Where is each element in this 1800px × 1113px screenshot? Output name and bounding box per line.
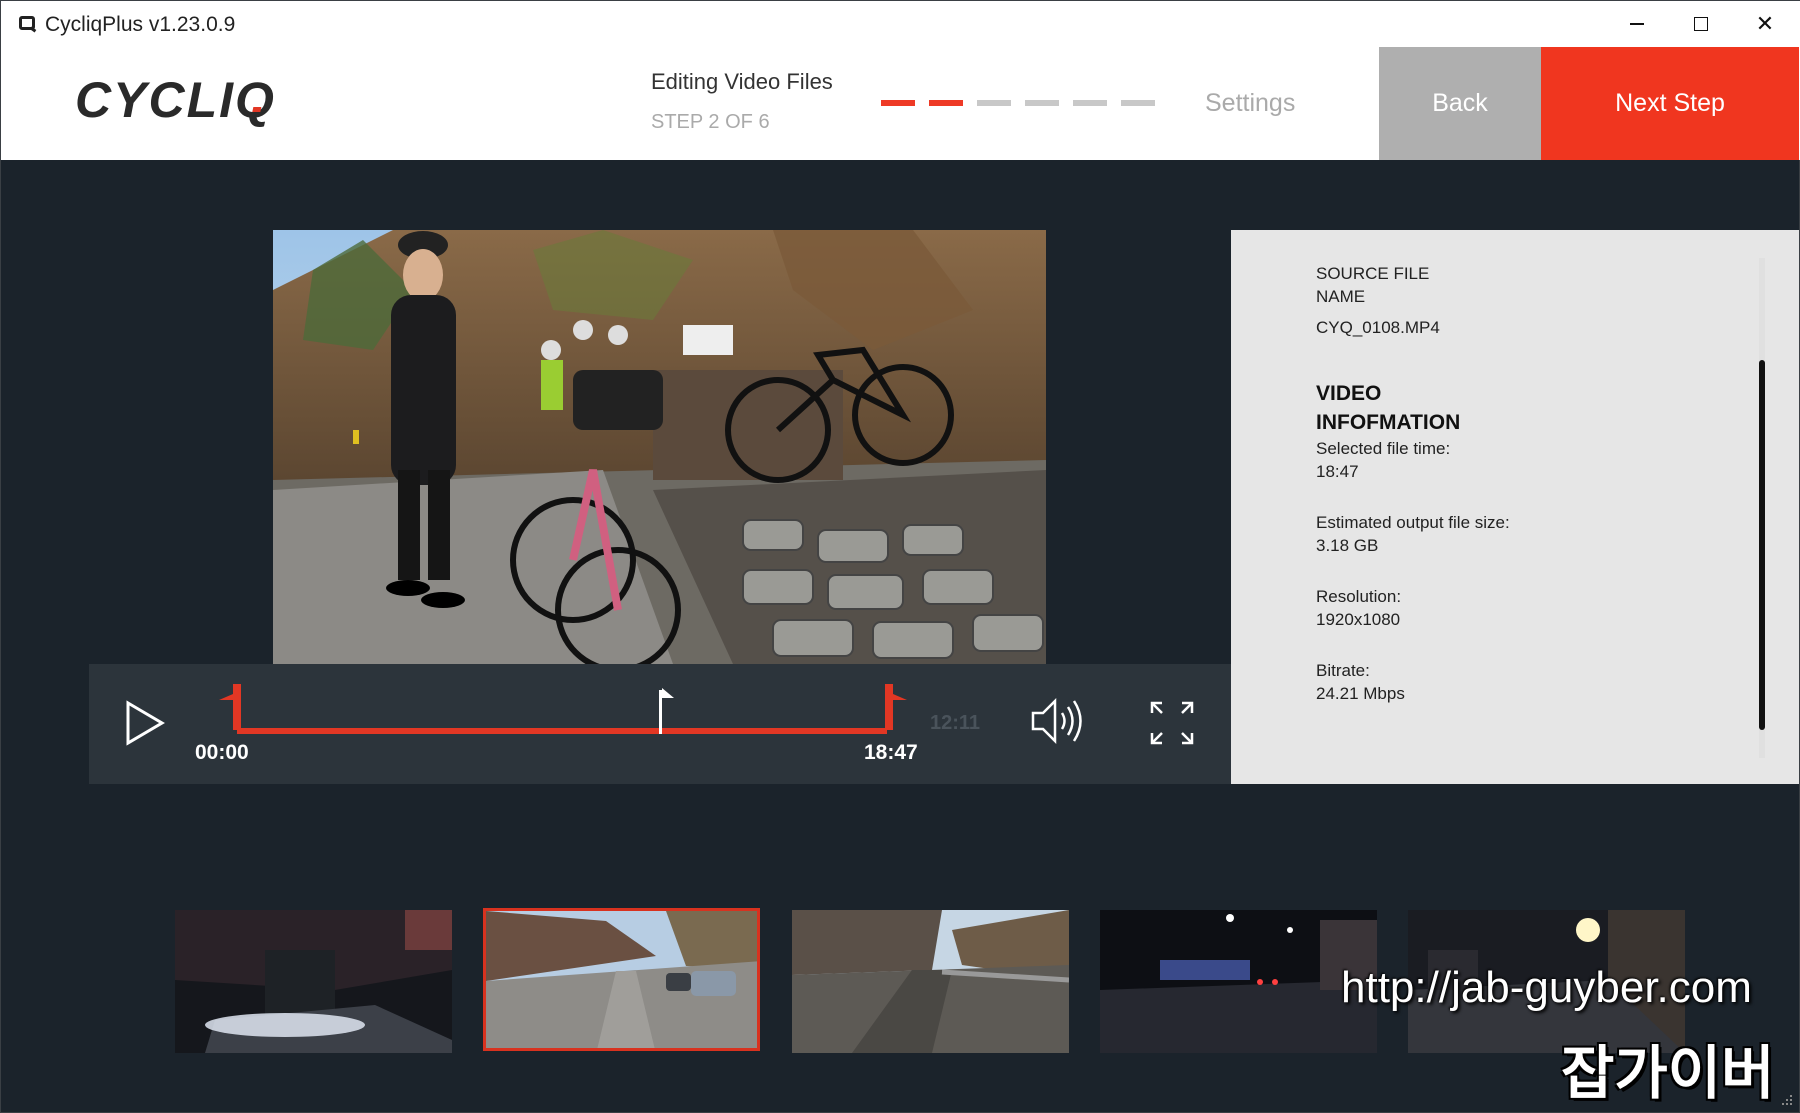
minimize-icon	[1630, 23, 1644, 25]
maximize-button[interactable]	[1669, 1, 1733, 47]
resolution-value: 1920x1080	[1316, 610, 1401, 629]
video-info-panel: SOURCE FILE NAME CYQ_0108.MP4 VIDEO INFOF…	[1231, 230, 1799, 784]
next-step-button[interactable]: Next Step	[1541, 47, 1799, 160]
cycliq-logo: CYCLIQ	[75, 72, 276, 127]
source-file-label: SOURCE FILE NAME	[1316, 264, 1430, 306]
progress-segment	[1121, 100, 1155, 106]
info-content: SOURCE FILE NAME CYQ_0108.MP4 VIDEO INFOF…	[1316, 262, 1716, 705]
selected-time-value: 18:47	[1316, 462, 1359, 481]
playhead[interactable]	[659, 690, 662, 734]
source-file-value: CYQ_0108.MP4	[1316, 318, 1440, 337]
progress-segment	[1025, 100, 1059, 106]
step-subtitle: STEP 2 OF 6	[651, 111, 770, 133]
output-size-value: 3.18 GB	[1316, 536, 1379, 555]
output-size-label: Estimated output file size:	[1316, 513, 1510, 532]
player-controls: 00:00 18:47 12:11	[89, 664, 1231, 784]
thumbnail-image	[1100, 910, 1377, 1053]
step-progress	[881, 100, 1155, 106]
clip-thumbnail[interactable]	[792, 910, 1069, 1053]
trim-range-bar[interactable]	[237, 728, 887, 734]
back-button[interactable]: Back	[1379, 47, 1541, 160]
thumbnail-image	[792, 910, 1069, 1053]
play-icon[interactable]	[125, 700, 165, 746]
video-preview[interactable]	[273, 230, 1046, 664]
clip-thumbnail-selected[interactable]	[483, 908, 760, 1051]
scrollbar-thumb[interactable]	[1759, 360, 1765, 730]
current-time: 12:11	[930, 712, 981, 734]
next-step-name: Settings	[1205, 89, 1296, 117]
watermark-url: http://jab-guyber.com	[1341, 963, 1752, 1012]
progress-segment	[1073, 100, 1107, 106]
clip-thumbnail[interactable]	[1100, 910, 1377, 1053]
trim-start-handle[interactable]	[233, 684, 241, 730]
bitrate-label: Bitrate:	[1316, 661, 1370, 680]
selected-time-label: Selected file time:	[1316, 439, 1451, 458]
progress-segment	[881, 100, 915, 106]
trim-end-time: 18:47	[864, 741, 918, 764]
resolution-label: Resolution:	[1316, 587, 1402, 606]
video-info-heading: VIDEO INFOFMATION	[1316, 382, 1461, 434]
minimize-button[interactable]	[1605, 1, 1669, 47]
bitrate-value: 24.21 Mbps	[1316, 684, 1405, 703]
close-button[interactable]: ✕	[1733, 1, 1797, 47]
trim-start-time: 00:00	[195, 741, 249, 764]
progress-segment	[977, 100, 1011, 106]
clip-thumbnail[interactable]	[175, 910, 452, 1053]
video-frame-image	[273, 230, 1046, 664]
watermark-korean: 잡가이버	[1561, 1041, 1775, 1106]
title-bar: CycliqPlus v1.23.0.9 ✕	[1, 1, 1800, 47]
fullscreen-icon[interactable]	[1149, 700, 1195, 746]
resize-grip-icon[interactable]	[1779, 1092, 1793, 1106]
playhead-flag-icon[interactable]	[662, 688, 674, 698]
wizard-header: CYCLIQ Editing Video Files STEP 2 OF 6 S…	[1, 47, 1800, 160]
app-window: CycliqPlus v1.23.0.9 ✕ CYCLIQ Editing Vi…	[0, 0, 1800, 1113]
thumbnail-image	[175, 910, 452, 1053]
logo-text: CYCLIQ	[75, 72, 276, 127]
app-icon	[19, 16, 35, 30]
close-icon: ✕	[1755, 11, 1775, 36]
step-title: Editing Video Files	[651, 69, 833, 94]
window-title: CycliqPlus v1.23.0.9	[45, 13, 236, 36]
trim-end-flag[interactable]	[885, 686, 907, 700]
progress-segment	[929, 100, 963, 106]
volume-icon[interactable]	[1029, 696, 1089, 746]
maximize-icon	[1694, 17, 1708, 31]
thumbnail-image	[486, 911, 757, 1048]
